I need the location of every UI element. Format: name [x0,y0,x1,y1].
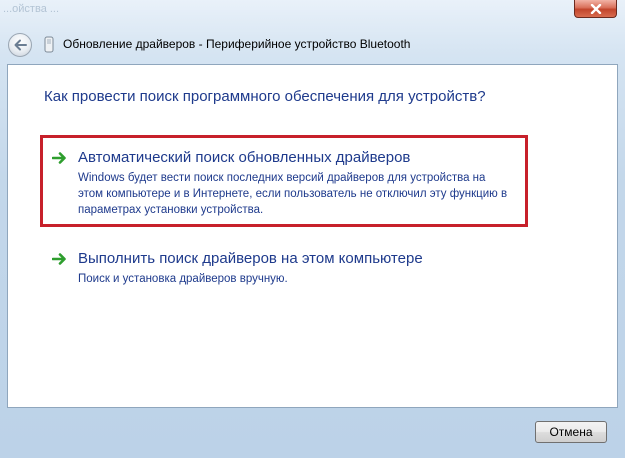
window-title: Обновление драйверов - Периферийное устр… [63,37,411,51]
background-text-line: ...ойства ... [3,3,60,15]
close-button[interactable] [574,0,617,18]
close-icon [590,3,601,14]
page-heading: Как провести поиск программного обеспече… [44,88,486,105]
back-button[interactable] [8,33,32,57]
option-title[interactable]: Автоматический поиск обновленных драйвер… [78,148,410,167]
background-window-text: ...ойства ... [3,2,59,16]
green-arrow-icon [52,253,66,265]
option-description: Windows будет вести поиск последних верс… [78,172,508,216]
option-description: Поиск и установка драйверов вручную. [78,273,288,285]
green-arrow-icon [52,152,66,164]
cancel-button[interactable]: Отмена [535,421,607,443]
back-arrow-icon [14,39,27,51]
window-frame: ...ойства ... Обновление драйверов - Пер… [0,0,625,458]
option-title[interactable]: Выполнить поиск драйверов на этом компью… [78,249,423,268]
bluetooth-device-icon [44,36,54,53]
content-panel: Как провести поиск программного обеспече… [7,64,618,408]
